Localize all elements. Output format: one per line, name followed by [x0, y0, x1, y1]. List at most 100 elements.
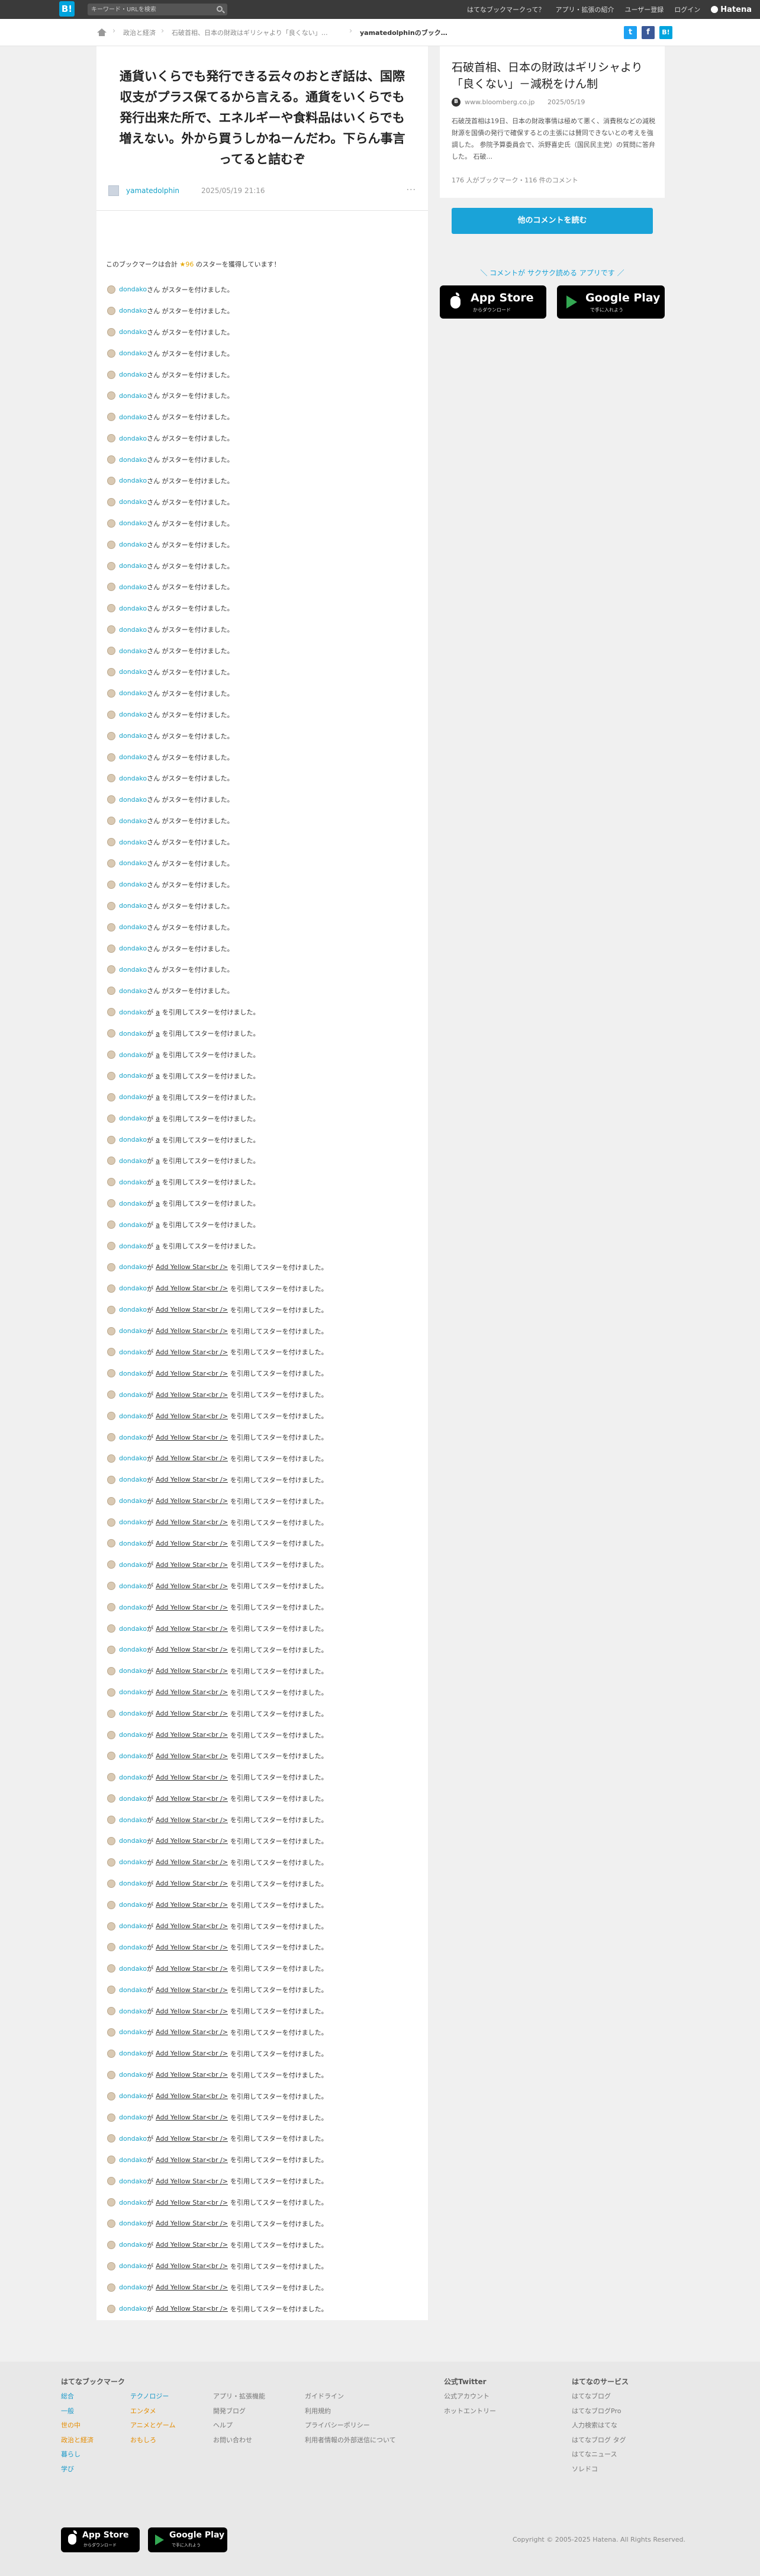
star-user-link[interactable]: dondako	[119, 1200, 147, 1207]
star-user-link[interactable]: dondako	[119, 1242, 147, 1250]
star-quote-text[interactable]: Add Yellow Star<br />	[156, 1454, 228, 1462]
star-user-link[interactable]: dondako	[119, 1327, 147, 1335]
star-user-link[interactable]: dondako	[119, 1051, 147, 1059]
star-user-link[interactable]: dondako	[119, 1965, 147, 1973]
star-quote-text[interactable]: Add Yellow Star<br />	[156, 2177, 228, 2185]
star-user-link[interactable]: dondako	[119, 1540, 147, 1547]
star-quote-text[interactable]: a	[156, 1178, 160, 1186]
star-user-avatar[interactable]	[107, 1496, 115, 1505]
star-quote-text[interactable]: Add Yellow Star<br />	[156, 2305, 228, 2312]
star-user-avatar[interactable]	[107, 1922, 115, 1931]
star-user-link[interactable]: dondako	[119, 2114, 147, 2121]
star-quote-text[interactable]: Add Yellow Star<br />	[156, 2050, 228, 2057]
more-icon[interactable]: ···	[407, 185, 416, 195]
star-quote-text[interactable]: Add Yellow Star<br />	[156, 2283, 228, 2291]
star-user-avatar[interactable]	[107, 1666, 115, 1675]
star-user-avatar[interactable]	[107, 370, 115, 379]
read-comments-button[interactable]: 他のコメントを読む	[452, 208, 653, 234]
star-quote-text[interactable]: a	[156, 1221, 160, 1229]
star-user-avatar[interactable]	[107, 1157, 115, 1165]
star-user-link[interactable]: dondako	[119, 796, 147, 804]
footer-link[interactable]: ヘルプ	[213, 2418, 265, 2433]
star-user-link[interactable]: dondako	[119, 647, 147, 655]
star-user-avatar[interactable]	[107, 1326, 115, 1335]
nav-login[interactable]: ログイン	[674, 5, 700, 14]
star-quote-text[interactable]: Add Yellow Star<br />	[156, 1922, 228, 1930]
star-quote-text[interactable]: a	[156, 1072, 160, 1080]
star-user-link[interactable]: dondako	[119, 1497, 147, 1505]
star-user-avatar[interactable]	[107, 1029, 115, 1038]
star-user-avatar[interactable]	[107, 2007, 115, 2016]
nav-register[interactable]: ユーザー登録	[625, 5, 664, 14]
star-quote-text[interactable]: Add Yellow Star<br />	[156, 1667, 228, 1675]
star-user-link[interactable]: dondako	[119, 1518, 147, 1526]
star-user-link[interactable]: dondako	[119, 839, 147, 846]
star-user-avatar[interactable]	[107, 795, 115, 804]
star-user-link[interactable]: dondako	[119, 1901, 147, 1909]
star-quote-text[interactable]: a	[156, 1136, 160, 1144]
star-user-link[interactable]: dondako	[119, 1157, 147, 1165]
star-quote-text[interactable]: Add Yellow Star<br />	[156, 1774, 228, 1781]
star-user-link[interactable]: dondako	[119, 1837, 147, 1845]
star-user-avatar[interactable]	[107, 1688, 115, 1697]
star-user-avatar[interactable]	[107, 1220, 115, 1229]
nav-about[interactable]: はてなブックマークって？	[467, 5, 545, 14]
star-user-link[interactable]: dondako	[119, 1858, 147, 1866]
star-quote-text[interactable]: a	[156, 1093, 160, 1101]
star-user-link[interactable]: dondako	[119, 817, 147, 825]
facebook-icon[interactable]: f	[642, 26, 655, 39]
star-user-avatar[interactable]	[107, 1730, 115, 1739]
star-user-link[interactable]: dondako	[119, 987, 147, 995]
entry-title[interactable]: 石破首相、日本の財政はギリシャより「良くない」－減税をけん制	[452, 59, 656, 92]
google-play-badge[interactable]: Google Play で手に入れよう	[557, 285, 665, 319]
star-user-avatar[interactable]	[107, 497, 115, 506]
star-user-link[interactable]: dondako	[119, 2156, 147, 2164]
star-user-avatar[interactable]	[107, 923, 115, 932]
star-quote-text[interactable]: Add Yellow Star<br />	[156, 1263, 228, 1271]
star-quote-text[interactable]: Add Yellow Star<br />	[156, 1327, 228, 1335]
star-user-link[interactable]: dondako	[119, 732, 147, 740]
star-user-link[interactable]: dondako	[119, 1625, 147, 1633]
star-user-link[interactable]: dondako	[119, 753, 147, 761]
star-user-avatar[interactable]	[107, 1964, 115, 1973]
search-input[interactable]	[91, 5, 210, 14]
star-user-link[interactable]: dondako	[119, 1030, 147, 1038]
star-user-avatar[interactable]	[107, 583, 115, 592]
star-user-avatar[interactable]	[107, 604, 115, 613]
star-user-link[interactable]: dondako	[119, 1412, 147, 1420]
star-user-avatar[interactable]	[107, 2240, 115, 2249]
star-user-link[interactable]: dondako	[119, 2050, 147, 2057]
footer-link[interactable]: 暮らし	[61, 2447, 94, 2462]
user-avatar[interactable]	[108, 185, 119, 196]
star-user-avatar[interactable]	[107, 1433, 115, 1442]
star-quote-text[interactable]: Add Yellow Star<br />	[156, 1625, 228, 1633]
star-quote-text[interactable]: Add Yellow Star<br />	[156, 1837, 228, 1845]
star-user-link[interactable]: dondako	[119, 371, 147, 378]
star-quote-text[interactable]: Add Yellow Star<br />	[156, 1561, 228, 1569]
star-user-avatar[interactable]	[107, 2198, 115, 2207]
star-user-avatar[interactable]	[107, 1114, 115, 1123]
footer-link[interactable]: ソレドコ	[572, 2462, 626, 2477]
bookmark-date[interactable]: 2025/05/19 21:16	[201, 187, 265, 195]
star-user-avatar[interactable]	[107, 753, 115, 762]
star-user-avatar[interactable]	[107, 1539, 115, 1548]
star-user-avatar[interactable]	[107, 1199, 115, 1208]
star-quote-text[interactable]: Add Yellow Star<br />	[156, 1434, 228, 1441]
star-quote-text[interactable]: a	[156, 1242, 160, 1250]
star-user-avatar[interactable]	[107, 1518, 115, 1527]
footer-link[interactable]: ガイドライン	[305, 2389, 396, 2404]
star-user-avatar[interactable]	[107, 859, 115, 868]
star-user-link[interactable]: dondako	[119, 1710, 147, 1717]
star-quote-text[interactable]: Add Yellow Star<br />	[156, 1348, 228, 1356]
star-user-avatar[interactable]	[107, 1879, 115, 1888]
star-user-avatar[interactable]	[107, 1369, 115, 1378]
star-user-avatar[interactable]	[107, 667, 115, 676]
star-user-link[interactable]: dondako	[119, 392, 147, 400]
star-user-link[interactable]: dondako	[119, 1178, 147, 1186]
footer-link[interactable]: お問い合わせ	[213, 2433, 265, 2448]
star-user-link[interactable]: dondako	[119, 2220, 147, 2227]
star-user-avatar[interactable]	[107, 987, 115, 995]
star-quote-text[interactable]: Add Yellow Star<br />	[156, 1710, 228, 1717]
star-user-link[interactable]: dondako	[119, 2262, 147, 2270]
star-user-avatar[interactable]	[107, 689, 115, 698]
